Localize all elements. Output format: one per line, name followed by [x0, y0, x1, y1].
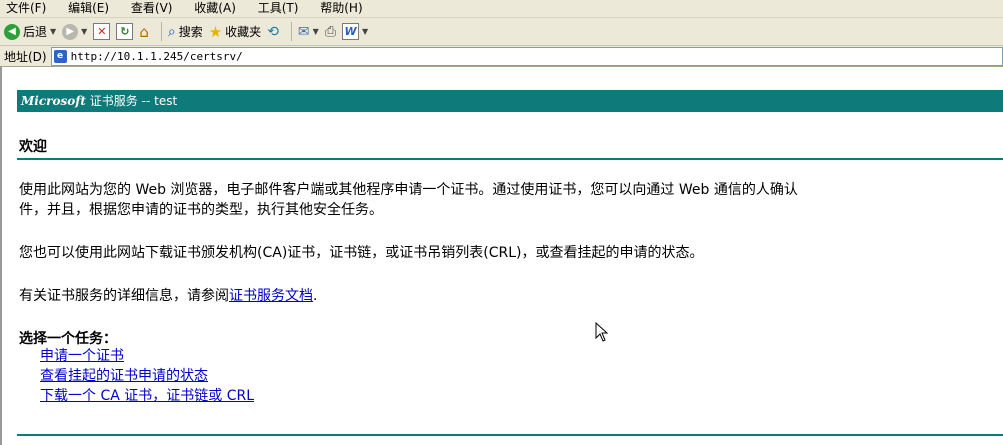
address-input[interactable]: e http://10.1.1.245/certsrv/	[50, 46, 1003, 66]
history-button[interactable]: ⟲	[267, 24, 279, 40]
certsrv-banner: Microsoft 证书服务 -- test	[17, 90, 1003, 112]
page-content: Microsoft 证书服务 -- test 欢迎 使用此网站为您的 Web 浏…	[0, 66, 1003, 445]
menu-edit[interactable]: 编辑(E)	[68, 1, 109, 15]
word-edit-icon: W	[342, 23, 360, 40]
tasks-heading: 选择一个任务：	[19, 331, 117, 347]
ca-name: test	[154, 94, 178, 108]
print-icon: ⎙	[324, 23, 337, 40]
pending-status-link[interactable]: 查看挂起的证书申请的状态	[40, 368, 208, 384]
page-icon: e	[53, 49, 67, 63]
intro-paragraph: 使用此网站为您的 Web 浏览器，电子邮件客户端或其他程序申请一个证书。通过使用…	[19, 180, 1003, 220]
search-label: 搜索	[178, 25, 203, 39]
menu-favorites[interactable]: 收藏(A)	[194, 1, 236, 15]
service-name: 证书服务	[89, 94, 138, 108]
favorites-star-icon: ★	[208, 22, 223, 41]
refresh-button[interactable]: ↻	[116, 23, 134, 40]
mail-button[interactable]: ✉ ▼	[298, 24, 319, 40]
docs-prefix: 有关证书服务的详细信息，请参阅	[19, 288, 229, 304]
docs-link[interactable]: 证书服务文档	[229, 288, 313, 304]
banner-separator: --	[141, 94, 151, 108]
refresh-icon: ↻	[116, 23, 134, 40]
back-arrow-icon: ◀	[4, 23, 20, 40]
back-label: 后退	[23, 25, 48, 39]
intro-line-2: 件，并且，根据您申请的证书的类型，执行其他安全任务。	[19, 202, 383, 218]
menu-help[interactable]: 帮助(H)	[320, 1, 362, 15]
back-button[interactable]: ◀ 后退 ▼	[4, 23, 56, 40]
page-title: 欢迎	[19, 139, 47, 155]
title-divider	[17, 158, 1003, 160]
footer-divider	[17, 434, 1003, 436]
back-dropdown-icon[interactable]: ▼	[50, 27, 56, 36]
mail-dropdown-icon[interactable]: ▼	[313, 27, 319, 36]
docs-paragraph: 有关证书服务的详细信息，请参阅证书服务文档.	[19, 286, 1003, 306]
toolbar: ◀ 后退 ▼ ▶ ▼ ✕ ↻ ⌂ ⌕ 搜索 ★ 收藏夹 ⟲ ✉ ▼ ⎙ W ▼	[0, 18, 1003, 46]
forward-dropdown-icon[interactable]: ▼	[81, 27, 87, 36]
address-label: 地址(D)	[4, 49, 47, 64]
address-url[interactable]: http://10.1.1.245/certsrv/	[71, 50, 243, 63]
menu-file[interactable]: 文件(F)	[6, 1, 46, 15]
address-bar: 地址(D) e http://10.1.1.245/certsrv/	[0, 46, 1003, 67]
stop-button[interactable]: ✕	[93, 23, 111, 40]
brand-name: Microsoft	[21, 94, 86, 108]
favorites-button[interactable]: ★ 收藏夹	[209, 23, 261, 41]
toolbar-divider	[160, 22, 162, 41]
stop-icon: ✕	[93, 23, 111, 40]
menu-bar: 文件(F) 编辑(E) 查看(V) 收藏(A) 工具(T) 帮助(H)	[0, 0, 1003, 18]
history-icon: ⟲	[267, 23, 279, 40]
edit-dropdown-icon[interactable]: ▼	[362, 27, 368, 36]
edit-button[interactable]: W ▼	[342, 23, 368, 40]
home-button[interactable]: ⌂	[139, 23, 149, 41]
task-list: 申请一个证书 查看挂起的证书申请的状态 下载一个 CA 证书，证书链或 CRL	[40, 346, 254, 406]
toolbar-divider	[290, 22, 292, 41]
download-ca-link[interactable]: 下载一个 CA 证书，证书链或 CRL	[40, 388, 254, 404]
favorites-label: 收藏夹	[225, 25, 262, 39]
print-button[interactable]: ⎙	[325, 24, 336, 40]
forward-arrow-icon: ▶	[62, 23, 79, 40]
download-paragraph: 您也可以使用此网站下载证书颁发机构(CA)证书，证书链，或证书吊销列表(CRL)…	[19, 245, 704, 261]
docs-suffix: .	[313, 288, 318, 304]
intro-line-1: 使用此网站为您的 Web 浏览器，电子邮件客户端或其他程序申请一个证书。通过使用…	[19, 182, 798, 198]
home-icon: ⌂	[139, 22, 149, 41]
forward-button[interactable]: ▶ ▼	[62, 23, 87, 40]
menu-tools[interactable]: 工具(T)	[258, 1, 299, 15]
mouse-cursor-icon	[595, 322, 609, 342]
search-icon: ⌕	[167, 23, 176, 40]
mail-icon: ✉	[297, 23, 310, 40]
menu-view[interactable]: 查看(V)	[131, 1, 173, 15]
request-certificate-link[interactable]: 申请一个证书	[40, 348, 124, 364]
search-button[interactable]: ⌕ 搜索	[168, 23, 203, 40]
